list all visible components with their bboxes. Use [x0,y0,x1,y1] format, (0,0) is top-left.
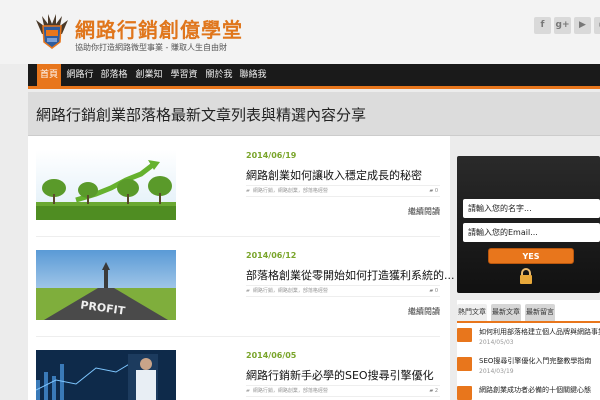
nav-item-about[interactable]: 關於我們 [203,64,235,102]
comment-icon: ▰ [429,388,434,394]
comment-count[interactable]: 0 [435,288,438,294]
tab-underline [457,321,600,323]
post-title[interactable]: 網路行銷新手必學的SEO搜尋引擎優化 [246,367,434,383]
image-icon[interactable] [457,386,472,400]
post-category[interactable]: 網路行銷，網路創業，部落格經營 [253,188,328,194]
facebook-icon[interactable]: f [534,17,551,34]
logo-icon[interactable] [34,12,70,50]
nav-item-home[interactable]: 首頁 [37,64,61,86]
nav-item-resources[interactable]: 學習資源 [168,64,200,102]
post-divider [36,336,440,337]
name-field[interactable]: 請輸入您的名字... [463,199,600,218]
post-meta: ▰ 網路行銷，網路創業，部落格經營 ▰ 2 [246,385,440,397]
post-divider [36,236,440,237]
widget-post-date: 2014/05/03 [479,339,514,346]
post-date: 2014/06/05 [246,351,297,360]
post-thumbnail[interactable] [36,350,176,400]
tab-recent[interactable]: 最新文章 [491,304,521,321]
folder-icon: ▰ [246,388,250,394]
nav-item-contact[interactable]: 聯絡我們 [237,64,269,102]
google-plus-icon[interactable]: g+ [554,17,571,34]
growth-trees-image [36,150,176,220]
nav-item-blogging[interactable]: 部落格學 [98,64,130,102]
folder-icon: ▰ [246,188,250,194]
rss-icon[interactable]: ◉ [594,17,600,34]
subscribe-button[interactable]: YES [488,248,574,264]
tab-comments[interactable]: 最新留言 [525,304,555,321]
comment-icon: ▰ [429,288,434,294]
comment-count[interactable]: 2 [435,388,438,394]
tab-popular[interactable]: 熱門文章 [457,304,487,321]
page-title-bar: 網路行銷創業部落格最新文章列表與精選內容分享 [28,92,600,136]
image-icon[interactable] [457,328,472,342]
widget-post-title[interactable]: 如何利用部落格建立個人品牌與網路事業 [479,327,600,337]
nav-item-marketing[interactable]: 網路行銷 [64,64,96,102]
profit-road-image: PROFIT [36,250,176,320]
post-date: 2014/06/19 [246,151,297,160]
post-meta: ▰ 網路行銷，網路創業，部落格經營 ▰ 0 [246,285,440,297]
comment-icon: ▰ [429,188,434,194]
main-nav: 首頁 網路行銷 部落格學 創業知識 學習資源 關於我們 聯絡我們 [28,64,600,102]
widget-post-date: 2014/03/19 [479,368,514,375]
image-icon[interactable] [457,357,472,371]
post-meta: ▰ 網路行銷，網路創業，部落格經營 ▰ 0 [246,185,440,197]
site-title[interactable]: 網路行銷創億學堂 [75,14,243,43]
widget-post-title[interactable]: 網路創業成功者必備的十個關鍵心態 [479,385,600,395]
post-thumbnail[interactable] [36,150,176,220]
youtube-icon[interactable]: ▶ [574,17,591,34]
post-date: 2014/06/12 [246,251,297,260]
post-thumbnail[interactable]: PROFIT [36,250,176,320]
site-header: 網路行銷創億學堂 協助你打造網路微型事業 - 賺取人生自由財 f g+ ▶ ◉ [0,0,600,64]
business-chart-image [36,350,176,400]
widget-post-title[interactable]: SEO搜尋引擎優化入門完整教學指南 [479,356,600,366]
post-category[interactable]: 網路行銷，網路創業，部落格經營 [253,388,328,394]
lock-icon [520,268,532,284]
subscribe-box: 請輸入您的名字... 請輸入您的Email... YES [457,156,600,293]
site-tagline: 協助你打造網路微型事業 - 賺取人生自由財 [75,43,227,52]
read-more-link[interactable]: 繼續閱讀 [408,306,440,317]
nav-item-startup[interactable]: 創業知識 [133,64,165,102]
page-title: 網路行銷創業部落格最新文章列表與精選內容分享 [36,106,367,124]
read-more-link[interactable]: 繼續閱讀 [408,206,440,217]
tabbed-posts-widget: 熱門文章 最新文章 最新留言 如何利用部落格建立個人品牌與網路事業 2014/0… [457,300,600,400]
post-category[interactable]: 網路行銷，網路創業，部落格經營 [253,288,328,294]
post-list: 2014/06/19 網路創業如何讓收入穩定成長的秘密 ▰ 網路行銷，網路創業，部… [28,136,455,400]
post-title[interactable]: 部落格創業從零開始如何打造獲利系統的... [246,267,455,283]
comment-count[interactable]: 0 [435,188,438,194]
post-title[interactable]: 網路創業如何讓收入穩定成長的秘密 [246,167,422,183]
email-field[interactable]: 請輸入您的Email... [463,223,600,242]
folder-icon: ▰ [246,288,250,294]
